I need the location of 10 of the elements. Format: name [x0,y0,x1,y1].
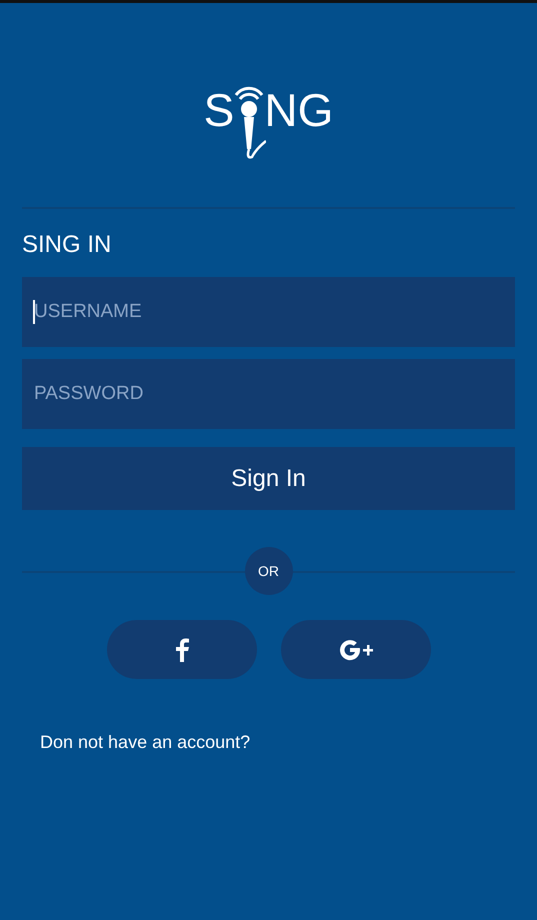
input-field[interactable]: PASSWORD [22,359,515,429]
logo-text: S [204,87,234,133]
signup-link[interactable]: Don not have an account? [40,729,515,756]
google-plus-icon [338,638,372,660]
logo-text: NG [264,87,334,133]
sign-in-button[interactable]: Sign In [22,447,515,510]
heading: SING IN [22,230,112,260]
divider-label: OR [244,547,292,595]
facebook-icon [174,638,188,662]
input-field[interactable]: USERNAME [22,277,515,347]
